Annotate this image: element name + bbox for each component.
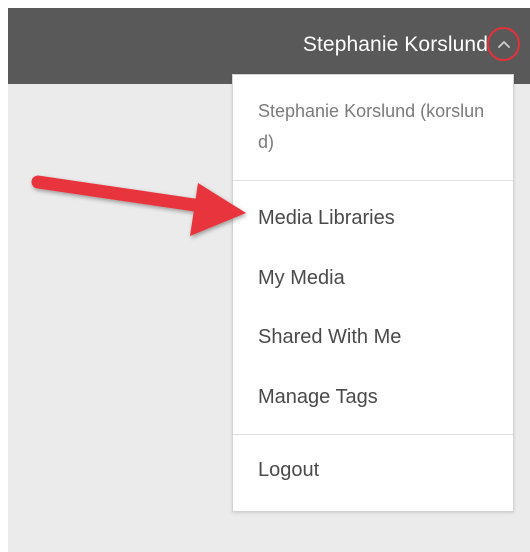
top-bar: Stephanie Korslund xyxy=(8,8,530,84)
menu-item-logout[interactable]: Logout xyxy=(233,445,513,495)
menu-item-manage-tags[interactable]: Manage Tags xyxy=(233,372,513,422)
user-name[interactable]: Stephanie Korslund xyxy=(303,33,488,57)
menu-item-shared-with-me[interactable]: Shared With Me xyxy=(233,312,513,362)
user-dropdown-menu: Stephanie Korslund (korslund) Media Libr… xyxy=(232,74,514,512)
menu-divider xyxy=(233,180,513,181)
menu-item-media-libraries[interactable]: Media Libraries xyxy=(233,193,513,243)
menu-item-my-media[interactable]: My Media xyxy=(233,253,513,303)
highlight-circle xyxy=(487,27,520,61)
menu-divider xyxy=(233,434,513,435)
app-window: Stephanie Korslund Stephanie Korslund (k… xyxy=(8,8,530,552)
account-label: Stephanie Korslund (korslund) xyxy=(258,101,485,152)
